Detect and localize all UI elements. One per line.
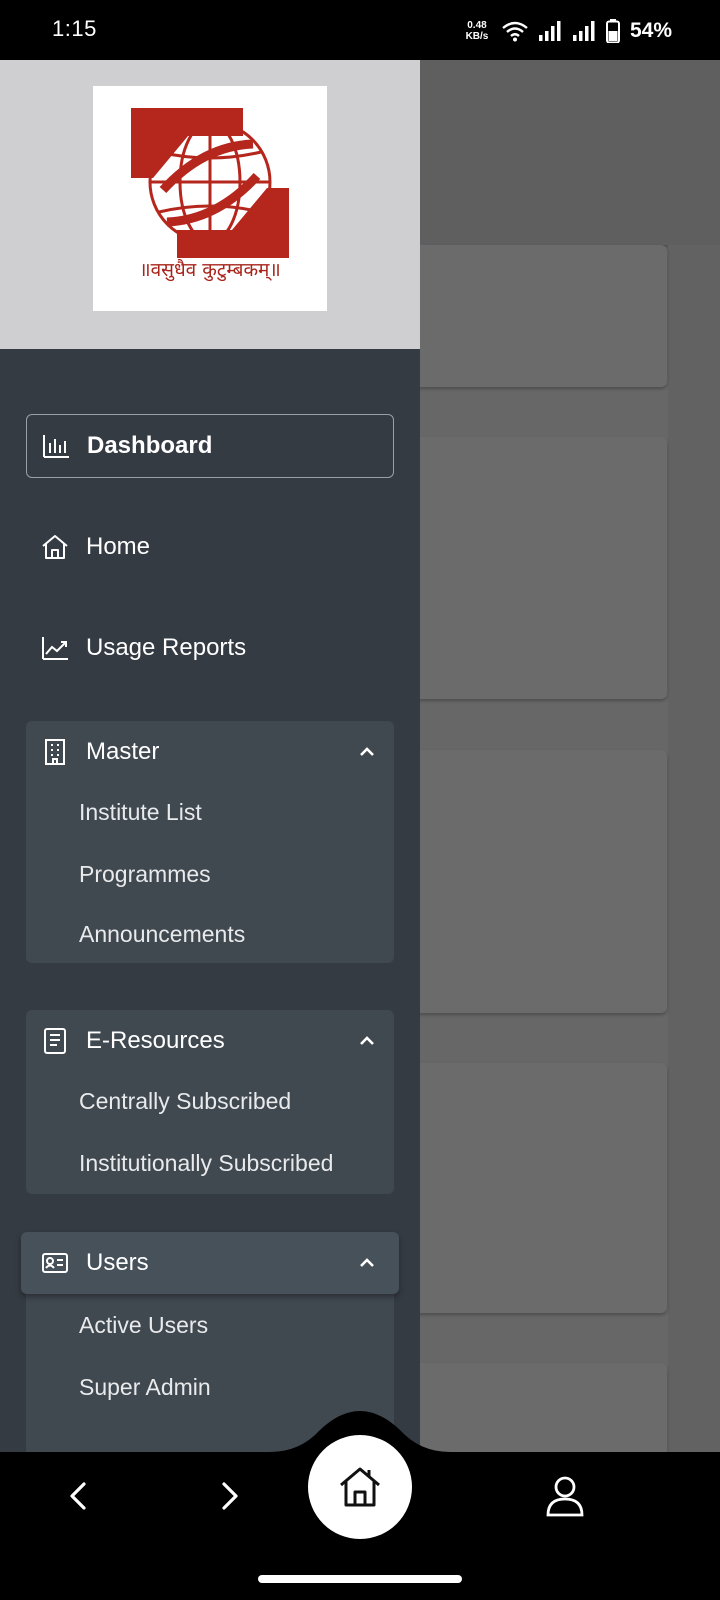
sub-item-announcements[interactable]: Announcements [79, 921, 245, 948]
sub-item-institutionally-subscribed[interactable]: Institutionally Subscribed [79, 1150, 333, 1177]
logo-motto: ॥वसुधैव कुटुम्बकम्॥ [139, 259, 281, 281]
drawer-group-master: Master Institute List Programmes Announc… [26, 721, 394, 963]
home-icon [340, 1467, 380, 1507]
forward-icon [222, 1482, 238, 1510]
group-label: Users [86, 1249, 149, 1276]
group-header-users[interactable]: Users [21, 1232, 399, 1294]
back-button[interactable] [48, 1466, 108, 1526]
forward-button[interactable] [200, 1466, 260, 1526]
status-time: 1:15 [52, 16, 97, 41]
university-logo: ॥वसुधैव कुटुम्बकम्॥ [93, 86, 327, 311]
profile-icon [546, 1476, 584, 1517]
building-icon [40, 737, 70, 767]
sub-item-active-users[interactable]: Active Users [79, 1312, 208, 1339]
back-icon [70, 1482, 86, 1510]
network-speed-value: 0.48 [467, 20, 487, 31]
gesture-bar[interactable] [258, 1575, 462, 1583]
group-label: Master [86, 738, 160, 765]
wifi-icon [502, 21, 528, 42]
network-speed-unit: KB/s [465, 31, 489, 42]
chevron-up-icon[interactable] [356, 1030, 378, 1052]
drawer-item-home[interactable]: Home [26, 515, 394, 579]
navigation-drawer: ॥वसुधैव कुटुम्बकम्॥ Dashboard Home Usage… [0, 60, 420, 1452]
network-speed: 0.48 KB/s [462, 20, 492, 42]
group-header-e-resources[interactable]: E-Resources [26, 1010, 394, 1072]
chevron-up-icon[interactable] [356, 741, 378, 763]
group-label: E-Resources [86, 1027, 225, 1054]
group-header-master[interactable]: Master [26, 721, 394, 783]
home-button[interactable] [308, 1435, 412, 1539]
id-card-icon [40, 1248, 70, 1278]
sub-item-centrally-subscribed[interactable]: Centrally Subscribed [79, 1088, 291, 1115]
signal-icon [572, 21, 595, 41]
drawer-header: ॥वसुधैव कुटुम्बकम्॥ [0, 60, 420, 349]
sub-item-super-admin[interactable]: Super Admin [79, 1374, 211, 1401]
sub-item-institute-list[interactable]: Institute List [79, 799, 202, 826]
profile-button[interactable] [535, 1466, 595, 1526]
background-strip [668, 245, 720, 1452]
drawer-item-label: Usage Reports [86, 634, 247, 661]
drawer-item-usage-reports[interactable]: Usage Reports [26, 616, 394, 680]
chevron-up-icon[interactable] [356, 1252, 378, 1274]
drawer-item-label: Dashboard [87, 432, 213, 459]
battery-icon [605, 19, 620, 43]
drawer-group-e-resources: E-Resources Centrally Subscribed Institu… [26, 1010, 394, 1194]
home-icon [40, 532, 70, 562]
sub-item-programmes[interactable]: Programmes [79, 861, 211, 888]
status-bar: 1:15 0.48 KB/s 54% [0, 0, 720, 60]
signal-icon [538, 21, 561, 41]
battery-percent: 54% [629, 19, 672, 42]
status-indicators: 0.48 KB/s 54% [462, 14, 672, 48]
document-icon [40, 1026, 70, 1056]
drawer-item-label: Home [86, 533, 151, 560]
trend-line-icon [40, 633, 70, 663]
bar-chart-icon [41, 431, 71, 461]
drawer-item-dashboard[interactable]: Dashboard [26, 414, 394, 478]
